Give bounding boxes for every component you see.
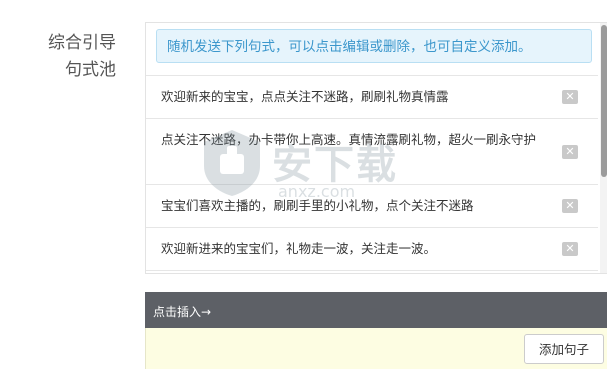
- scrollbar[interactable]: [600, 23, 607, 273]
- list-item[interactable]: 欢迎新进来的宝宝们，礼物走一波，关注走一波。 ✕: [146, 227, 598, 271]
- phrase-text[interactable]: 点关注不迷路，办卡带你上高速。真情流露刷礼物，超火一刷永守护: [161, 129, 551, 150]
- close-icon[interactable]: ✕: [562, 145, 578, 159]
- hint-banner: 随机发送下列句式，可以点击编辑或删除，也可自定义添加。: [156, 29, 592, 63]
- add-phrase-button[interactable]: 添加句子: [524, 334, 604, 364]
- close-icon[interactable]: ✕: [562, 242, 578, 256]
- phrase-pool-panel: 随机发送下列句式，可以点击编辑或删除，也可自定义添加。 欢迎新来的宝宝，点点关注…: [145, 22, 607, 274]
- list-item[interactable]: 欢迎新来的宝宝，点点关注不迷路，刷刷礼物真情露 ✕: [146, 75, 598, 118]
- phrase-input[interactable]: 添加句子: [145, 328, 607, 369]
- list-item[interactable]: 点关注不迷路，办卡带你上高速。真情流露刷礼物，超火一刷永守护 ✕: [146, 118, 598, 184]
- close-icon[interactable]: ✕: [562, 90, 578, 104]
- section-label: 综合引导 句式池: [20, 30, 116, 84]
- list-item[interactable]: 宝宝们喜欢主播的，刷刷手里的小礼物，点个关注不迷路 ✕: [146, 184, 598, 227]
- phrase-text[interactable]: 欢迎新来的宝宝，点点关注不迷路，刷刷礼物真情露: [161, 86, 551, 107]
- insert-bar[interactable]: 点击插入→: [145, 292, 607, 328]
- phrase-list: 欢迎新来的宝宝，点点关注不迷路，刷刷礼物真情露 ✕ 点关注不迷路，办卡带你上高速…: [146, 75, 598, 271]
- close-icon[interactable]: ✕: [562, 199, 578, 213]
- phrase-text[interactable]: 宝宝们喜欢主播的，刷刷手里的小礼物，点个关注不迷路: [161, 195, 551, 216]
- scrollbar-thumb[interactable]: [601, 25, 607, 177]
- section-label-line1: 综合引导: [48, 33, 116, 53]
- section-label-line2: 句式池: [65, 60, 116, 80]
- phrase-text[interactable]: 欢迎新进来的宝宝们，礼物走一波，关注走一波。: [161, 238, 551, 259]
